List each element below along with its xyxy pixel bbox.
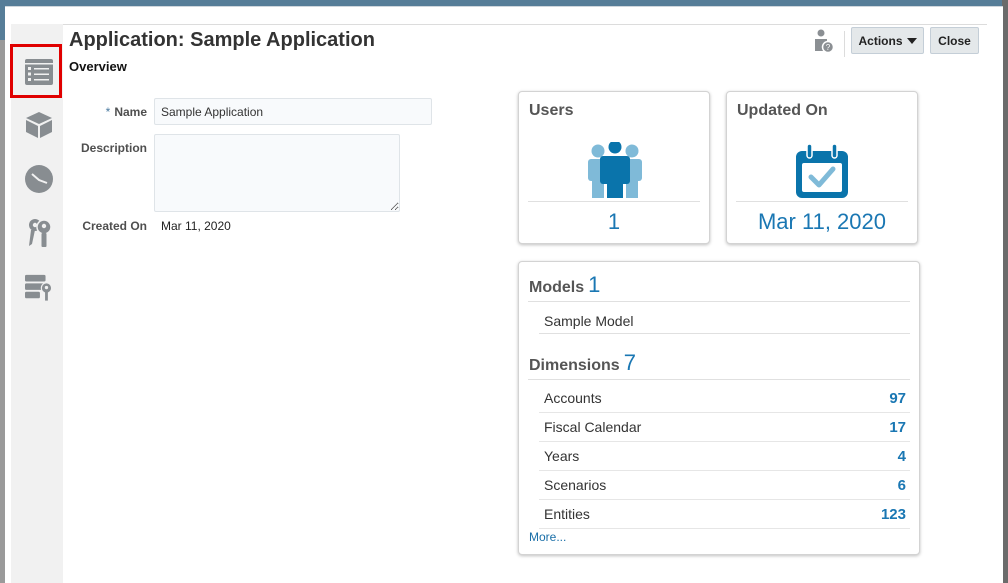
dimension-name: Scenarios [544,477,607,493]
name-input[interactable] [154,98,432,125]
updated-on-value: Mar 11, 2020 [757,209,886,234]
dimension-row[interactable]: Entities 123 [539,500,910,529]
sidebar [11,24,63,583]
dimensions-divider [528,379,910,380]
models-divider [528,301,910,302]
sidebar-item-activity[interactable] [25,165,53,193]
dimensions-heading: Dimensions 7 [529,350,636,375]
dimension-name: Years [544,448,580,464]
dimension-count: 17 [889,418,906,436]
summary-card: Models 1 Sample Model Dimensions 7 Account… [518,261,920,555]
created-on-value: Mar 11, 2020 [161,219,231,233]
dimension-count: 4 [897,447,906,465]
sidebar-selection-highlight [10,44,62,98]
models-heading: Models 1 [529,272,601,297]
users-card-title: Users [529,102,574,119]
sidebar-item-data-sources[interactable] [25,274,53,302]
dimension-name: Entities [544,506,590,522]
toolbar-separator [844,31,845,57]
updated-on-card: Updated On Mar 11, 2020 [726,91,918,244]
dimension-row[interactable]: Years 4 [539,442,910,471]
keys-icon [29,219,52,247]
application-dialog: Application: Sample Application Overview… [5,6,1003,583]
description-label: Description [80,141,147,155]
users-group-icon [588,142,642,198]
dimension-name: Fiscal Calendar [544,419,642,435]
updated-card-divider [736,201,908,202]
more-dimensions-link[interactable]: More... [529,530,566,544]
header-divider [63,24,987,25]
name-label: * Name [105,105,147,119]
created-on-label: Created On [82,219,147,233]
users-count: 1 [607,209,621,234]
sidebar-item-access[interactable] [25,219,53,247]
description-textarea[interactable] [154,134,400,212]
required-indicator: * [105,105,111,119]
dimension-row[interactable]: Fiscal Calendar 17 [539,413,910,442]
database-key-icon [25,274,53,301]
page-subtitle: Overview [69,59,127,74]
dimension-row[interactable]: Scenarios 6 [539,471,910,500]
users-card-divider [528,201,700,202]
dimension-count: 6 [897,476,906,494]
dimension-name: Accounts [544,390,602,406]
dimensions-count: 7 [623,350,636,375]
actions-label: Actions [858,33,903,48]
dimension-count: 123 [880,505,906,523]
page-title: Application: Sample Application [69,29,375,51]
dimension-row[interactable]: Accounts 97 [539,384,910,413]
svg-text:?: ? [826,43,831,52]
dimension-count: 97 [889,389,906,407]
close-button[interactable]: Close [930,27,979,54]
users-card[interactable]: Users 1 [518,91,710,244]
clock-icon [25,165,53,193]
updated-on-title: Updated On [737,102,828,119]
caret-down-icon [906,37,917,44]
actions-menu-button[interactable]: Actions [851,27,924,54]
models-count: 1 [588,272,601,297]
sidebar-item-models[interactable] [25,111,53,139]
user-help-icon: ? [815,29,835,54]
calendar-check-icon [796,144,848,198]
cube-icon [26,112,52,138]
model-item[interactable]: Sample Model [544,313,634,329]
user-help-button[interactable]: ? [813,29,835,54]
model-item-divider [539,333,910,334]
